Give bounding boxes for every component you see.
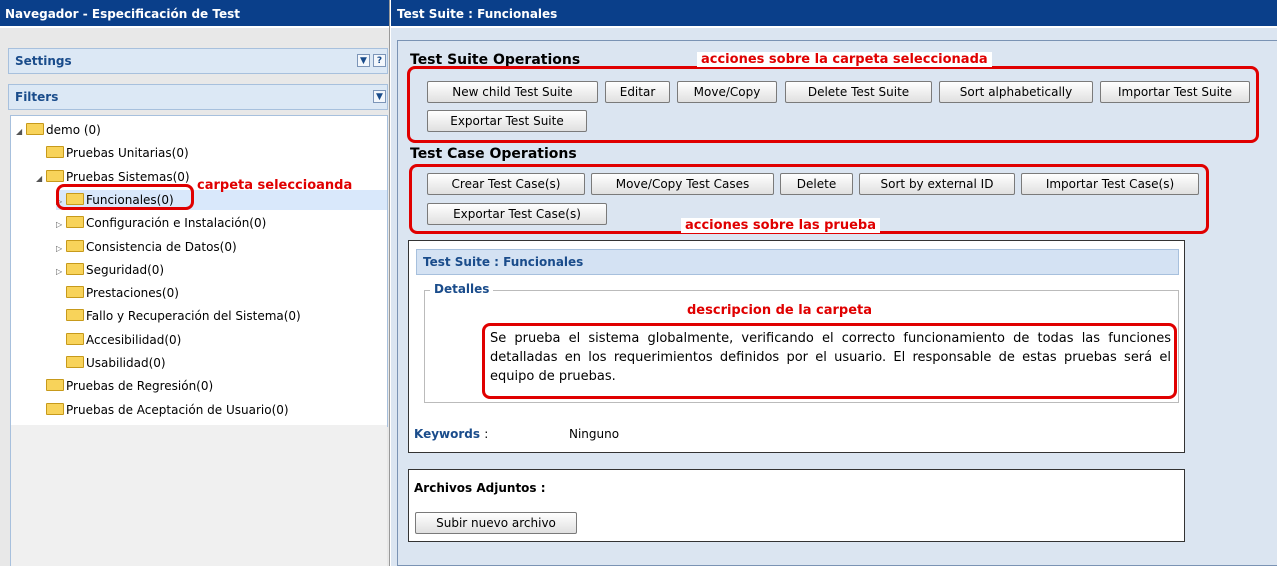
tree-node-label: Fallo y Recuperación del Sistema(0) [86,309,301,324]
selected-folder-highlight [56,184,194,210]
create-test-cases-button[interactable]: Crear Test Case(s) [427,173,585,195]
filters-panel-header[interactable]: Filters ▼ [8,84,388,110]
collapsed-arrow-icon[interactable]: ▷ [56,262,66,282]
collapse-settings-icon[interactable]: ▼ [357,54,370,67]
settings-panel-header[interactable]: Settings ▼ ? [8,48,388,74]
collapsed-arrow-icon[interactable]: ▷ [56,239,66,259]
folder-icon [66,286,84,299]
folder-icon [46,402,64,415]
tree-node-label: Pruebas de Aceptación de Usuario(0) [66,402,289,417]
tree-node-label: Consistencia de Datos(0) [86,239,237,254]
tree-node[interactable]: ▷ Consistencia de Datos(0) [56,237,237,257]
content-pane: Test Suite : Funcionales Test Suite Oper… [391,0,1277,566]
folder-icon [66,332,84,345]
edit-button[interactable]: Editar [605,81,670,103]
suite-description: Se prueba el sistema globalmente, verifi… [490,331,1171,384]
new-child-test-suite-button[interactable]: New child Test Suite [427,81,598,103]
selected-folder-annotation: carpeta seleccioanda [197,178,353,193]
test-spec-tree: ◢ demo (0) Pruebas Unitarias(0) ◢ Pruebas Si… [10,115,388,427]
navigator-pane: Navegador - Especificación de Test Setti… [0,0,390,566]
tree-node[interactable]: ◢ demo (0) [16,120,101,140]
export-test-cases-button[interactable]: Exportar Test Case(s) [427,203,607,225]
expanded-arrow-icon[interactable]: ◢ [36,169,46,189]
tree-node-label: Usabilidad(0) [86,356,166,370]
delete-test-cases-button[interactable]: Delete [780,173,853,195]
tree-node-label: Prestaciones(0) [86,286,179,301]
tree-node[interactable]: Fallo y Recuperación del Sistema(0) [56,306,301,326]
filters-label: Filters [15,90,59,104]
import-test-cases-button[interactable]: Importar Test Case(s) [1021,173,1199,195]
tree-node[interactable]: Usabilidad(0) [56,353,166,373]
collapse-filters-icon[interactable]: ▼ [373,90,386,103]
delete-test-suite-button[interactable]: Delete Test Suite [785,81,932,103]
tree-node-label: Configuración e Instalación(0) [86,216,267,231]
import-test-suite-button[interactable]: Importar Test Suite [1100,81,1250,103]
folder-icon [66,262,84,275]
tree-node-label: Pruebas de Regresión(0) [66,379,214,394]
attachments-title: Archivos Adjuntos : [414,481,546,495]
sort-alphabetically-button[interactable]: Sort alphabetically [939,81,1093,103]
sort-by-external-id-button[interactable]: Sort by external ID [859,173,1015,195]
navigator-empty-area [10,425,387,566]
folder-icon [66,216,84,229]
tree-node[interactable]: Prestaciones(0) [56,283,179,303]
collapsed-arrow-icon[interactable]: ▷ [56,215,66,235]
move-copy-button[interactable]: Move/Copy [677,81,777,103]
tree-node-label: Accesibilidad(0) [86,332,182,347]
navigator-title: Navegador - Especificación de Test [0,0,389,28]
description-annotation: descripcion de la carpeta [683,303,877,318]
folder-icon [66,309,84,322]
case-ops-annotation: acciones sobre las prueba [681,218,880,233]
suite-ops-annotation: acciones sobre la carpeta seleccionada [697,52,992,67]
tree-node-label: Pruebas Unitarias(0) [66,146,189,161]
folder-icon [66,239,84,252]
export-test-suite-button[interactable]: Exportar Test Suite [427,110,587,132]
folder-icon [46,146,64,159]
open-folder-icon [26,123,44,135]
expanded-arrow-icon[interactable]: ◢ [16,122,26,142]
settings-label: Settings [15,54,72,68]
tree-node-label: demo (0) [46,123,101,137]
keywords-label: Keywords : [414,427,489,441]
folder-icon [46,379,64,392]
details-legend: Detalles [430,282,494,296]
tree-node[interactable]: Pruebas de Regresión(0) [36,376,213,396]
tree-node[interactable]: Accesibilidad(0) [56,330,181,350]
details-panel-title: Test Suite : Funcionales [416,249,1179,275]
keywords-value: Ninguno [569,427,620,441]
tree-node[interactable]: Pruebas Unitarias(0) [36,143,189,163]
tree-node-label: Seguridad(0) [86,262,165,277]
move-copy-test-cases-button[interactable]: Move/Copy Test Cases [591,173,774,195]
folder-icon [66,356,84,368]
open-folder-icon [46,169,64,182]
upload-file-button[interactable]: Subir nuevo archivo [415,512,577,534]
tree-node[interactable]: Pruebas de Aceptación de Usuario(0) [36,400,289,420]
case-ops-title: Test Case Operations [410,146,577,162]
tree-node[interactable]: ▷ Configuración e Instalación(0) [56,213,266,233]
content-title: Test Suite : Funcionales [391,0,1277,28]
attachments-panel: Archivos Adjuntos : Subir nuevo archivo [408,469,1185,542]
tree-node-label: Pruebas Sistemas(0) [66,169,190,184]
tree-node[interactable]: ▷ Seguridad(0) [56,260,164,280]
help-icon[interactable]: ? [373,54,386,67]
